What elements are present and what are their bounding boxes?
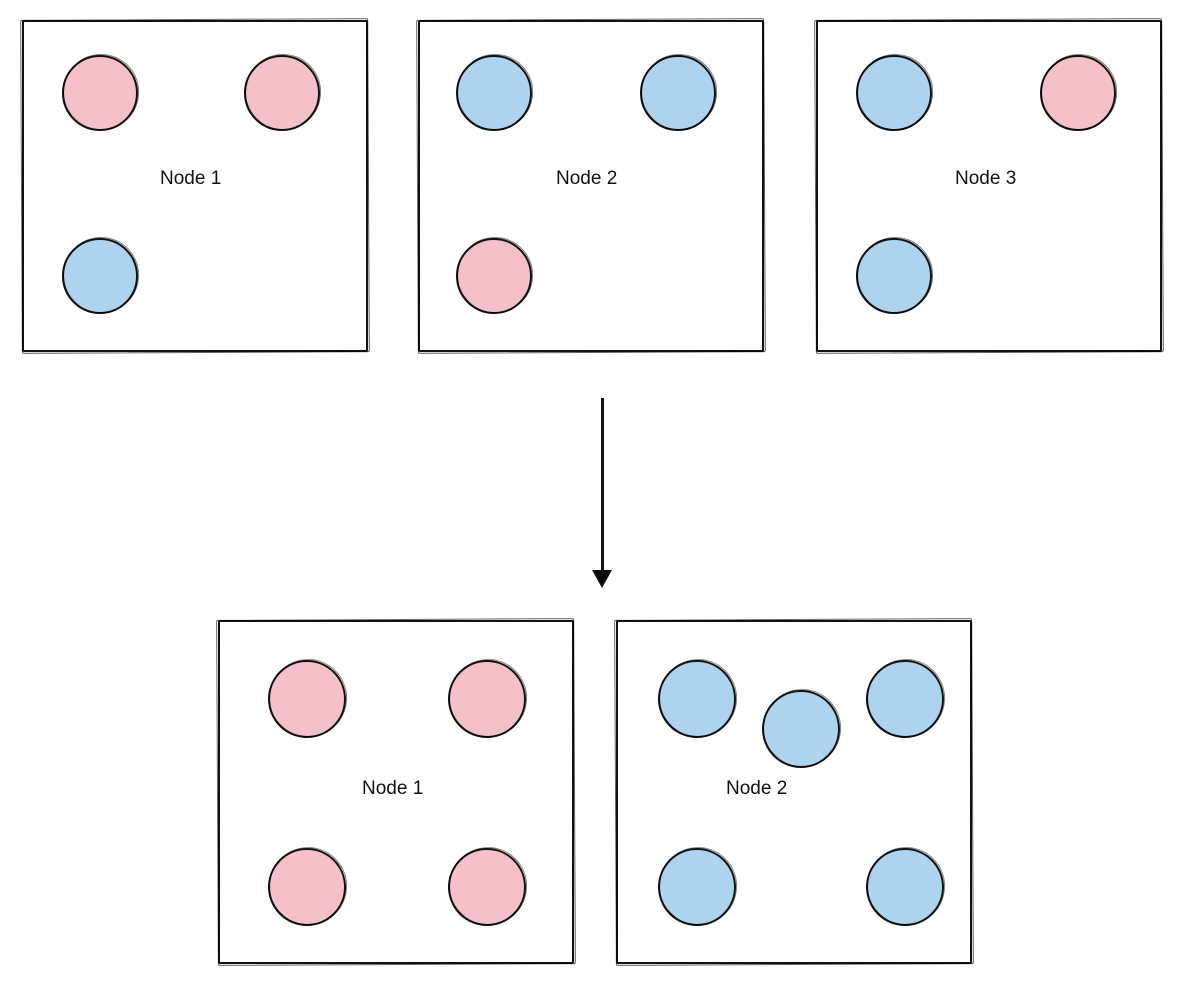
top-node-3-dot-blue <box>856 238 932 314</box>
top-node-1-dot-blue <box>62 238 138 314</box>
bottom-node-2-dot-blue <box>658 660 736 738</box>
bottom-node-1-dot-pink <box>268 848 346 926</box>
bottom-node-1-dot-pink <box>448 660 526 738</box>
bottom-node-2-dot-blue <box>866 848 944 926</box>
bottom-node-2-label: Node 2 <box>726 778 787 800</box>
bottom-node-1-dot-pink <box>268 660 346 738</box>
bottom-node-2-dot-blue <box>658 848 736 926</box>
top-node-2-dot-blue <box>456 55 532 131</box>
top-node-3-dot-pink <box>1040 55 1116 131</box>
bottom-node-1-label: Node 1 <box>362 778 423 800</box>
top-node-2-dot-pink <box>456 238 532 314</box>
bottom-node-2-dot-blue <box>866 660 944 738</box>
top-node-1-dot-pink <box>244 55 320 131</box>
top-node-2-dot-blue <box>640 55 716 131</box>
bottom-node-1-dot-pink <box>448 848 526 926</box>
top-node-1-label: Node 1 <box>160 168 221 190</box>
flow-arrow <box>593 398 613 593</box>
diagram-canvas: Node 1 Node 2 Node 3 Node 1 Node 2 <box>0 0 1200 1002</box>
bottom-node-2-dot-blue <box>762 690 840 768</box>
top-node-2-label: Node 2 <box>556 168 617 190</box>
top-node-3-dot-blue <box>856 55 932 131</box>
top-node-1-dot-pink <box>62 55 138 131</box>
top-node-3-label: Node 3 <box>955 168 1016 190</box>
